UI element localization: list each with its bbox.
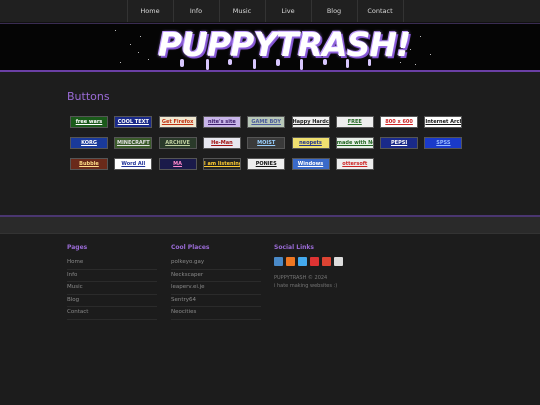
slime-drips [180, 59, 371, 70]
social-icons [274, 257, 394, 266]
badge-button[interactable]: MA [158, 158, 197, 170]
badge-button[interactable]: nite's site [202, 116, 241, 128]
nav-blog[interactable]: Blog [312, 0, 358, 22]
footer-link-info[interactable]: Info [67, 270, 157, 282]
badge-button[interactable]: neopets [291, 137, 330, 149]
cool-place-link[interactable]: leaperv.ei.je [171, 282, 261, 295]
footer-copyright: PUPPYTRASH © 2024 [274, 275, 328, 281]
nav-live[interactable]: Live [266, 0, 312, 22]
badge-button[interactable]: ARCHIVE [158, 137, 197, 149]
header-banner: PUPPYTRASH! [0, 23, 540, 72]
badge-button[interactable]: Bubble [70, 158, 108, 170]
nav-music[interactable]: Music [220, 0, 266, 22]
cool-place-link[interactable]: Neckscaper [171, 270, 261, 282]
badge-button[interactable]: 800 x 600 [380, 116, 419, 128]
nav-contact[interactable]: Contact [358, 0, 404, 22]
misc-icon[interactable] [334, 257, 343, 266]
badge-button[interactable]: made with Notepad++ [335, 137, 374, 149]
badge-button[interactable]: He-Man [202, 137, 241, 149]
footer-social-heading: Social Links [274, 244, 314, 251]
footer-cool-places: Cool Places polkeyo.gay Neckscaper leape… [171, 244, 261, 320]
footer-pages-heading: Pages [67, 244, 88, 251]
badge-button[interactable]: I am listening to [202, 158, 241, 170]
badge-button[interactable]: COOL TEXT [114, 116, 153, 128]
badge-button[interactable]: Word All [114, 158, 153, 170]
nav-info[interactable]: Info [174, 0, 220, 22]
footer-social: Social Links PUPPYTRASH © 2024 i hate ma… [274, 244, 394, 290]
badge-button[interactable]: FREE [335, 116, 374, 128]
site-logo[interactable]: PUPPYTRASH! [158, 25, 411, 70]
footer-link-home[interactable]: Home [67, 257, 157, 270]
soundcloud-icon[interactable] [286, 257, 295, 266]
footer-pages: Pages Home Info Music Blog Contact [67, 244, 157, 320]
badge-button[interactable]: ottersoft [335, 158, 374, 170]
badge-button[interactable]: GAME BOY [247, 116, 286, 128]
footer-link-contact[interactable]: Contact [67, 307, 157, 320]
badge-button[interactable]: Windows [291, 158, 330, 170]
youtube-icon[interactable] [310, 257, 319, 266]
badge-button[interactable]: MOIST [247, 137, 286, 149]
badge-button[interactable]: MINECRAFT [114, 137, 153, 149]
photo-icon[interactable] [274, 257, 283, 266]
footer-link-music[interactable]: Music [67, 282, 157, 295]
badge-button[interactable]: Internet Archive [424, 116, 463, 128]
buttons-heading: Buttons [67, 90, 110, 103]
badge-button[interactable]: KORG [70, 137, 108, 149]
footer-tagline: i hate making websites :) [274, 283, 338, 289]
nav-home[interactable]: Home [126, 0, 174, 22]
cool-place-link[interactable]: Neocities [171, 307, 261, 320]
email-icon[interactable] [322, 257, 331, 266]
footer-link-blog[interactable]: Blog [67, 295, 157, 307]
badge-button[interactable]: SPSS [424, 137, 463, 149]
cool-place-link[interactable]: polkeyo.gay [171, 257, 261, 270]
badge-button[interactable]: PONIES [247, 158, 286, 170]
badge-button[interactable]: free wars [70, 116, 108, 128]
badge-button[interactable]: Get Firefox [158, 116, 197, 128]
cool-place-link[interactable]: Sentry64 [171, 295, 261, 307]
footer-cool-places-heading: Cool Places [171, 244, 210, 251]
twitter-icon[interactable] [298, 257, 307, 266]
footer-band [0, 217, 540, 234]
top-nav: Home Info Music Live Blog Contact [0, 0, 540, 23]
badge-button[interactable]: Happy Hardcore Explorer [291, 116, 330, 128]
badge-button[interactable]: PEPSI [380, 137, 419, 149]
